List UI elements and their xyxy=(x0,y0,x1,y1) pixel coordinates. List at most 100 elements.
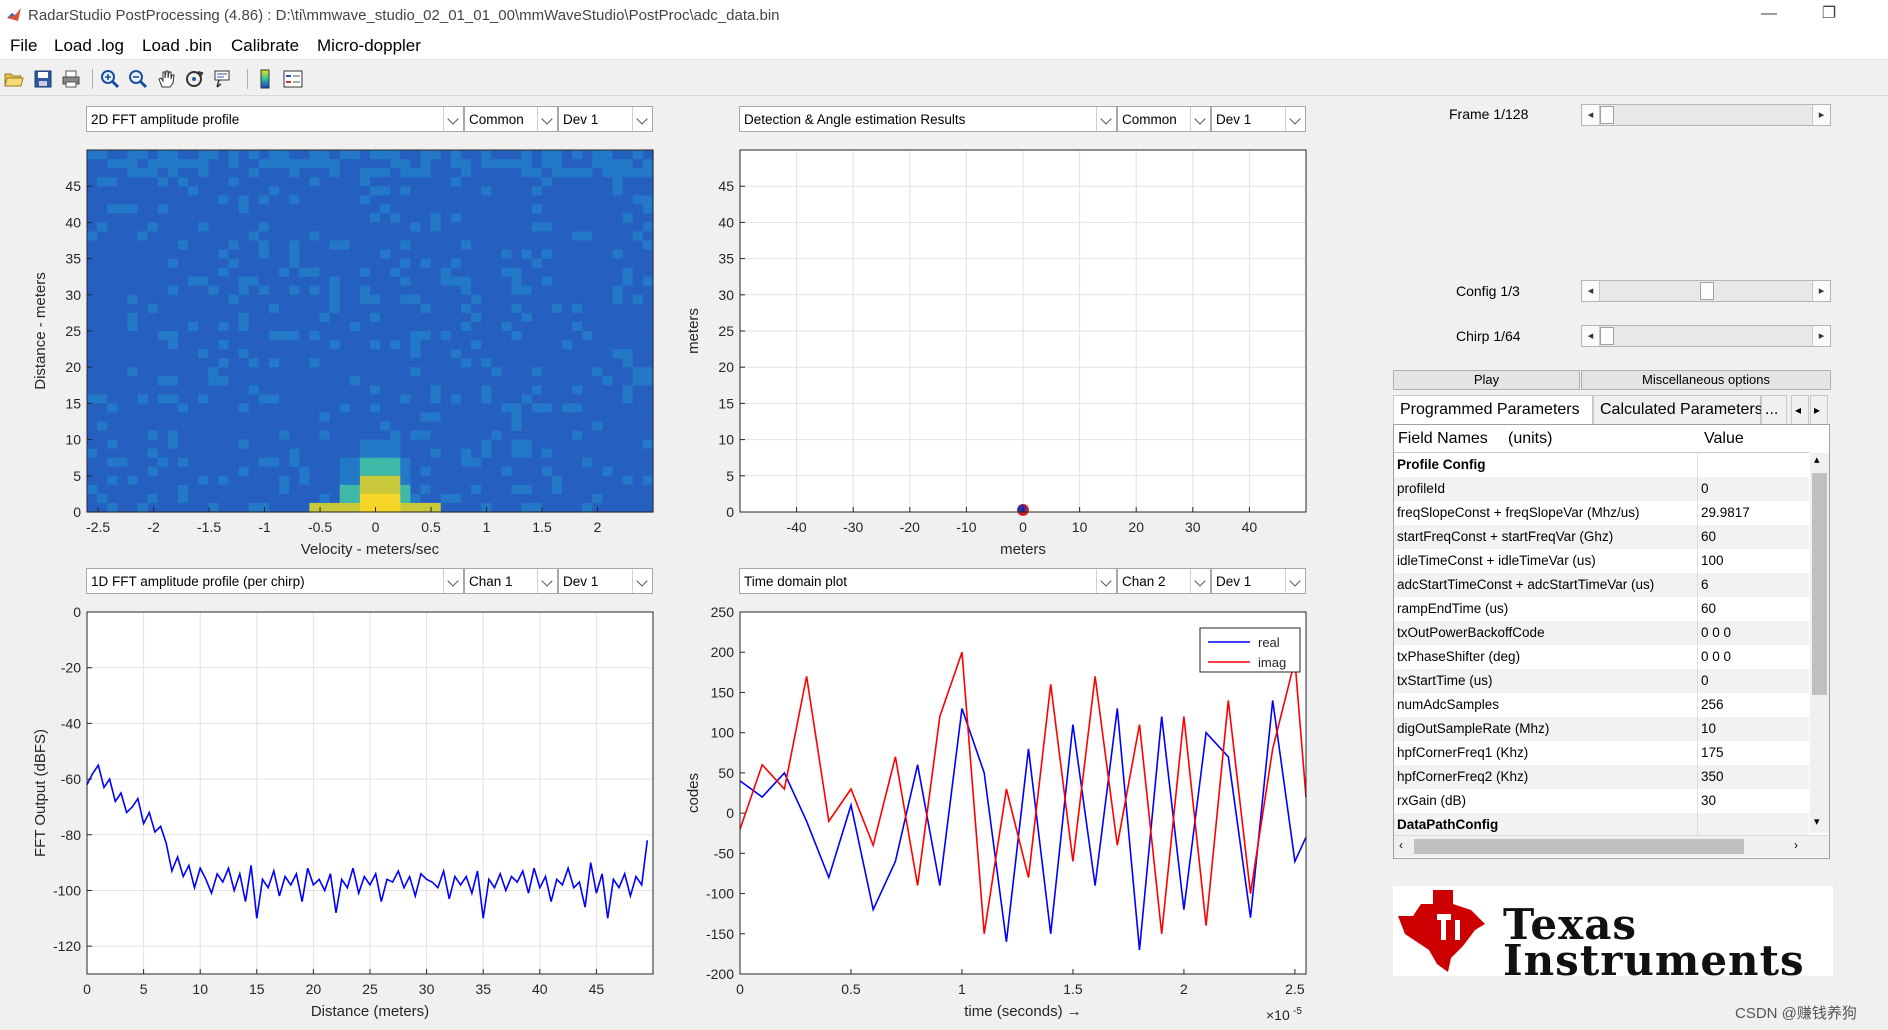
tab-calculated-parameters[interactable]: Calculated Parameters xyxy=(1593,395,1763,425)
value-cell[interactable]: 10 xyxy=(1701,721,1716,736)
slider-right-arrow-icon[interactable]: ▸ xyxy=(1812,281,1830,301)
menu-calibrate[interactable]: Calibrate xyxy=(231,36,299,56)
table-row[interactable]: digOutSampleRate (Mhz) 10 xyxy=(1394,717,1809,741)
table-row[interactable]: adcStartTimeConst + adcStartTimeVar (us)… xyxy=(1394,573,1809,597)
table-row[interactable]: txOutPowerBackoffCode 0 0 0 xyxy=(1394,621,1809,645)
channel-select-top-left[interactable]: Common xyxy=(464,106,558,132)
table-row[interactable]: freqSlopeConst + freqSlopeVar (Mhz/us) 29… xyxy=(1394,501,1809,525)
table-row[interactable]: idleTimeConst + idleTimeVar (us) 100 xyxy=(1394,549,1809,573)
table-row[interactable]: rxGain (dB) 30 xyxy=(1394,789,1809,813)
table-row[interactable]: txStartTime (us) 0 xyxy=(1394,669,1809,693)
slider-thumb[interactable] xyxy=(1700,282,1714,300)
time-domain-line-plot[interactable]: 0 0.5 1 1.5 2 2.5250200150100500-50-100-150-2… xyxy=(680,600,1320,1030)
menu-micro-doppler[interactable]: Micro-doppler xyxy=(317,36,421,56)
colorbar-icon[interactable] xyxy=(254,68,276,90)
table-row[interactable]: rampEndTime (us) 60 xyxy=(1394,597,1809,621)
view-select-top-right[interactable]: Detection & Angle estimation Results xyxy=(739,106,1117,132)
channel-select-bottom-left[interactable]: Chan 1 xyxy=(464,568,558,594)
scroll-up-icon[interactable]: ▴ xyxy=(1814,453,1820,466)
value-cell[interactable]: 0 xyxy=(1701,673,1709,688)
heatmap-cell xyxy=(380,222,391,233)
tab-programmed-parameters[interactable]: Programmed Parameters xyxy=(1393,395,1593,425)
print-icon[interactable] xyxy=(60,68,82,90)
table-row[interactable]: hpfCornerFreq1 (Khz) 175 xyxy=(1394,741,1809,765)
rotate-icon[interactable] xyxy=(183,68,205,90)
range-profile-line-plot[interactable]: 0 5 10 15 20 25 30 35 40 450-20-40-60-80-100-120D… xyxy=(0,600,680,1030)
scrollbar-thumb[interactable] xyxy=(1812,473,1827,695)
heatmap-cell xyxy=(87,240,98,251)
scroll-right-icon[interactable]: › xyxy=(1794,838,1798,852)
pan-icon[interactable] xyxy=(155,68,177,90)
table-row[interactable]: startFreqConst + startFreqVar (Ghz) 60 xyxy=(1394,525,1809,549)
table-row[interactable]: numAdcSamples 256 xyxy=(1394,693,1809,717)
heatmap-cell xyxy=(218,385,230,395)
value-cell[interactable]: 30 xyxy=(1701,793,1716,808)
value-cell[interactable]: 6 xyxy=(1701,577,1709,592)
value-cell[interactable]: 256 xyxy=(1701,697,1724,712)
device-select-bottom-right[interactable]: Dev 1 xyxy=(1211,568,1306,594)
range-doppler-heatmap-plot[interactable]: -2.5 -2 -1.5 -1 -0.5 0 0.5 1 1.5 2051015202530354… xyxy=(0,140,680,570)
minimize-button[interactable]: — xyxy=(1746,0,1792,30)
view-select-bottom-right[interactable]: Time domain plot xyxy=(739,568,1117,594)
vertical-scrollbar[interactable]: ▴ ▾ xyxy=(1810,453,1829,833)
restore-button[interactable]: ❐ xyxy=(1806,0,1852,30)
table-section-row[interactable]: Profile Config xyxy=(1394,453,1809,477)
scroll-left-icon[interactable]: ‹ xyxy=(1399,838,1403,852)
parameters-table[interactable]: Field Names (units) Value Profile Config… xyxy=(1393,424,1830,859)
heatmap-cell xyxy=(430,285,442,296)
device-select-top-left[interactable]: Dev 1 xyxy=(558,106,653,132)
menu-load-log[interactable]: Load .log xyxy=(54,36,124,56)
value-cell[interactable]: 60 xyxy=(1701,529,1716,544)
zoom-in-icon[interactable] xyxy=(99,68,121,90)
slider-right-arrow-icon[interactable]: ▸ xyxy=(1812,326,1830,346)
value-cell[interactable]: 29.9817 xyxy=(1701,505,1750,520)
save-icon[interactable] xyxy=(32,68,54,90)
table-row[interactable]: hpfCornerFreq2 (Khz) 350 xyxy=(1394,765,1809,789)
frame-slider[interactable]: ◂ ▸ xyxy=(1581,104,1831,126)
channel-select-bottom-right[interactable]: Chan 2 xyxy=(1117,568,1211,594)
value-cell[interactable]: 350 xyxy=(1701,769,1724,784)
chirp-slider[interactable]: ◂ ▸ xyxy=(1581,325,1831,347)
slider-thumb[interactable] xyxy=(1600,106,1614,124)
view-select-top-left[interactable]: 2D FFT amplitude profile xyxy=(86,106,464,132)
value-cell[interactable]: 100 xyxy=(1701,553,1724,568)
config-slider[interactable]: ◂ ▸ xyxy=(1581,280,1831,302)
slider-left-arrow-icon[interactable]: ◂ xyxy=(1582,105,1600,125)
legend-icon[interactable] xyxy=(282,68,304,90)
slider-left-arrow-icon[interactable]: ◂ xyxy=(1582,281,1600,301)
tab-scroll-right-icon[interactable]: ▸ xyxy=(1810,395,1828,425)
value-cell[interactable]: 60 xyxy=(1701,601,1716,616)
data-cursor-icon[interactable] xyxy=(211,68,233,90)
scroll-down-icon[interactable]: ▾ xyxy=(1814,815,1820,828)
value-cell[interactable]: 175 xyxy=(1701,745,1724,760)
view-select-bottom-left[interactable]: 1D FFT amplitude profile (per chirp) xyxy=(86,568,464,594)
heatmap-cell xyxy=(582,249,593,260)
tab-scroll-left-icon[interactable]: ◂ xyxy=(1791,395,1809,425)
value-cell[interactable]: 0 0 0 xyxy=(1701,649,1731,664)
detection-scatter-plot[interactable]: -40 -30 -20 -10 0 10 20 30 40051015202530354045m… xyxy=(680,140,1320,570)
miscellaneous-options-button[interactable]: Miscellaneous options xyxy=(1581,370,1831,390)
slider-left-arrow-icon[interactable]: ◂ xyxy=(1582,326,1600,346)
table-section-row[interactable]: DataPathConfig xyxy=(1394,813,1809,837)
play-button[interactable]: Play xyxy=(1393,370,1580,390)
table-row[interactable]: txPhaseShifter (deg) 0 0 0 xyxy=(1394,645,1809,669)
menu-load-bin[interactable]: Load .bin xyxy=(142,36,212,56)
heatmap-cell xyxy=(228,168,240,178)
device-select-bottom-left[interactable]: Dev 1 xyxy=(558,568,653,594)
channel-select-top-right[interactable]: Common xyxy=(1117,106,1211,132)
value-cell[interactable]: 0 xyxy=(1701,481,1709,496)
heatmap-cell xyxy=(521,186,533,196)
heatmap-cell xyxy=(420,186,432,196)
heatmap-cell xyxy=(491,249,502,260)
tab-more[interactable]: ... xyxy=(1761,395,1787,425)
table-row[interactable]: profileId 0 xyxy=(1394,477,1809,501)
horizontal-scrollbar[interactable]: ‹ › xyxy=(1394,835,1829,857)
menu-file[interactable]: File xyxy=(10,36,37,56)
value-cell[interactable]: 0 0 0 xyxy=(1701,625,1731,640)
slider-right-arrow-icon[interactable]: ▸ xyxy=(1812,105,1830,125)
scrollbar-thumb[interactable] xyxy=(1414,839,1744,854)
open-icon[interactable] xyxy=(3,68,25,90)
slider-thumb[interactable] xyxy=(1600,327,1614,345)
device-select-top-right[interactable]: Dev 1 xyxy=(1211,106,1306,132)
zoom-out-icon[interactable] xyxy=(127,68,149,90)
